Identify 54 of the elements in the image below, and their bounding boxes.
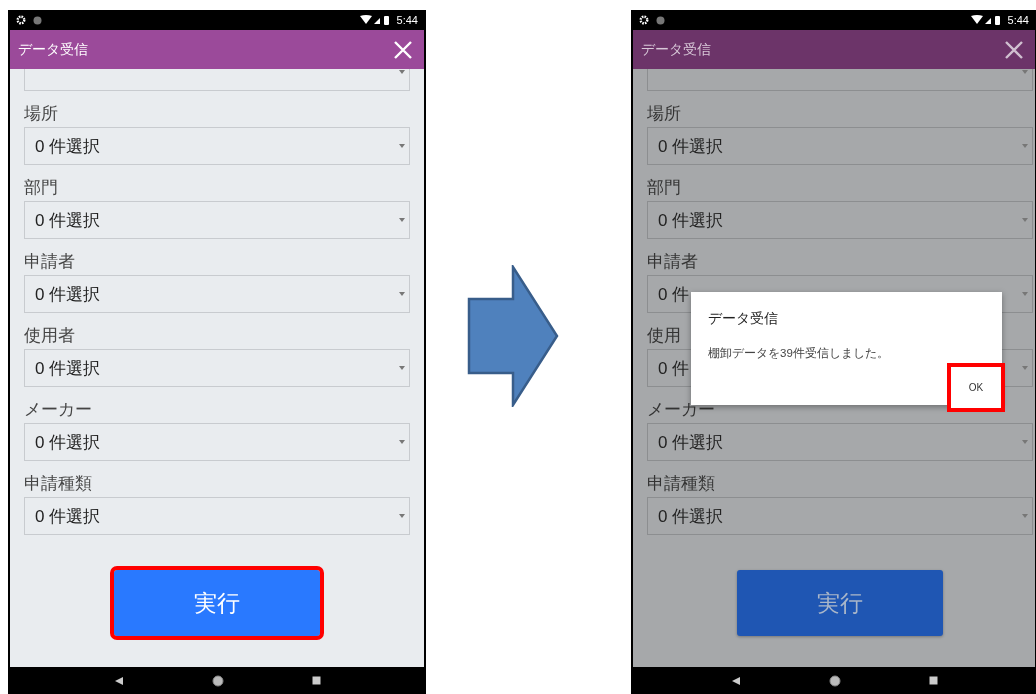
- dot-icon: [656, 15, 665, 25]
- dot-icon: [33, 15, 42, 25]
- field-label: 使用者: [24, 325, 75, 347]
- caret-icon: [1022, 440, 1028, 444]
- dropdown-field[interactable]: 0 件選択: [647, 423, 1033, 461]
- field-label: 申請者: [647, 251, 698, 273]
- status-time: 5:44: [1007, 14, 1029, 26]
- home-icon[interactable]: [211, 674, 224, 687]
- dropdown-field[interactable]: 0 件選択: [647, 127, 1033, 165]
- gear-icon: [16, 15, 26, 25]
- recents-icon[interactable]: [311, 676, 321, 685]
- status-icons: [359, 14, 390, 26]
- dropdown-field[interactable]: 0 件選択: [24, 349, 410, 387]
- field-label: 申請種類: [647, 473, 715, 495]
- field-label: 申請種類: [24, 473, 92, 495]
- caret-icon: [1022, 292, 1028, 296]
- caret-icon: [399, 144, 405, 148]
- close-icon[interactable]: [1005, 40, 1023, 59]
- field-label: 場所: [647, 103, 681, 125]
- dialog-message: 棚卸データを39件受信しました。: [708, 346, 890, 361]
- right-arrow-icon: [467, 265, 559, 407]
- caret-icon: [1022, 144, 1028, 148]
- back-icon[interactable]: [730, 675, 741, 686]
- caret-icon: [399, 514, 405, 518]
- dropdown-field[interactable]: 0 件選択: [24, 275, 410, 313]
- field-label: 場所: [24, 103, 58, 125]
- caret-icon: [399, 440, 405, 444]
- caret-icon: [399, 292, 405, 296]
- caret-icon: [1022, 218, 1028, 222]
- status-icons: [970, 14, 1001, 26]
- dropdown-field[interactable]: 0 件選択: [647, 201, 1033, 239]
- gear-icon: [639, 15, 649, 25]
- status-time: 5:44: [396, 14, 418, 26]
- back-icon[interactable]: [113, 675, 124, 686]
- caret-icon: [1022, 366, 1028, 370]
- dropdown-field[interactable]: 0 件選択: [647, 497, 1033, 535]
- home-icon[interactable]: [828, 674, 841, 687]
- dropdown-field[interactable]: 0 件選択: [24, 423, 410, 461]
- dropdown-field[interactable]: 0 件選択: [24, 497, 410, 535]
- field-label: 申請者: [24, 251, 75, 273]
- caret-icon: [399, 218, 405, 222]
- field-label: メーカー: [24, 399, 92, 421]
- dropdown-field[interactable]: 0 件選択: [24, 201, 410, 239]
- header-title: データ受信: [641, 40, 712, 59]
- header-title: データ受信: [18, 40, 89, 59]
- dropdown-field[interactable]: 0 件選択: [24, 127, 410, 165]
- field-label: 使用: [647, 325, 681, 347]
- caret-icon: [399, 366, 405, 370]
- dialog-title: データ受信: [708, 310, 779, 328]
- recents-icon[interactable]: [928, 676, 938, 685]
- caret-icon: [1022, 514, 1028, 518]
- field-label: 部門: [24, 177, 58, 199]
- field-label: メーカー: [647, 399, 715, 421]
- field-label: 部門: [647, 177, 681, 199]
